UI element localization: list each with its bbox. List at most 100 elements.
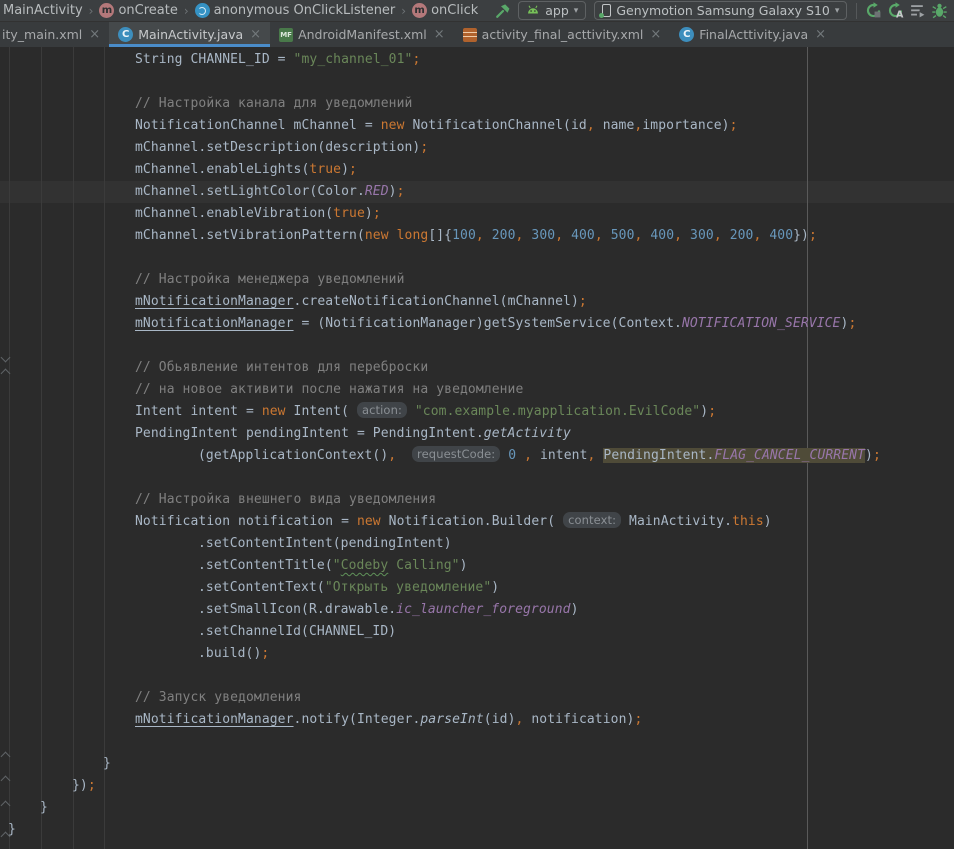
run-configuration-selector[interactable]: app ▾ [518,1,586,20]
code-token: []{ [428,228,452,243]
breadcrumb-item-onclick[interactable]: monClick [412,3,478,18]
code-token: "my_channel_01" [294,52,413,67]
breadcrumb: MainActivity›monCreate›anonymous OnClick… [3,3,478,18]
code-line[interactable]: .setChannelId(CHANNEL_ID) [198,621,396,643]
code-token: = (NotificationManager)getSystemService(… [294,316,682,331]
code-token: , [674,228,682,243]
code-line[interactable]: .setContentTitle("Codeby Calling") [198,555,468,577]
code-line[interactable]: }); [72,775,96,797]
code-token: .setContentIntent(pendingIntent) [198,536,452,551]
tab-label: FinalActtivity.java [699,27,808,42]
code-line[interactable]: } [40,797,48,819]
list-icon[interactable] [906,1,928,21]
svg-text:A: A [896,9,904,19]
code-line[interactable]: mChannel.setVibrationPattern(new long[]{… [135,225,817,247]
device-selector[interactable]: Genymotion Samsung Galaxy S10 ▾ [594,1,847,20]
close-tab-icon[interactable]: × [89,27,100,42]
code-token: Calling" [388,558,459,573]
code-line[interactable]: // Настройка менеджера уведомлений [135,269,405,291]
code-token: } [40,800,48,815]
device-selector-label: Genymotion Samsung Galaxy S10 [616,3,830,18]
parameter-hint-inlay: context: [563,512,621,528]
close-tab-icon[interactable]: × [250,27,261,42]
debug-icon[interactable] [928,1,950,21]
code-token: } [8,822,16,837]
tab-ity-main-xml[interactable]: ity_main.xml × [0,22,109,47]
code-token: String CHANNEL_ID = [135,52,294,67]
code-token: ; [579,294,587,309]
code-token: FLAG_CANCEL_CURRENT [714,448,865,463]
close-tab-icon[interactable]: × [815,27,826,42]
code-token: ; [349,162,357,177]
code-editor[interactable]: String CHANNEL_ID = "my_channel_01"; // Н… [0,47,954,849]
code-token: 200 [492,228,516,243]
build-hammer-icon[interactable] [492,1,514,21]
java-class-icon: C [118,27,133,42]
code-token: // на новое активити после нажатия на ув… [135,382,523,397]
tab-label: MainActivity.java [138,27,243,42]
close-tab-icon[interactable]: × [650,27,661,42]
code-line[interactable]: // на новое активити после нажатия на ув… [135,379,523,401]
breadcrumb-item-oncreate[interactable]: monCreate [99,3,177,18]
code-line[interactable]: mNotificationManager = (NotificationMana… [135,313,856,335]
code-line[interactable]: mChannel.setLightColor(Color.RED); [135,181,405,203]
breadcrumb-item-anonymous-onclicklistener[interactable]: anonymous OnClickListener [195,3,396,18]
code-line[interactable]: // Обьявление интентов для переброски [135,357,428,379]
code-token: , [587,118,595,133]
code-token: this [732,514,764,529]
code-line[interactable]: PendingIntent pendingIntent = PendingInt… [135,423,571,445]
code-line[interactable]: mNotificationManager.notify(Integer.pars… [135,709,642,731]
code-line[interactable]: .setContentText("Открыть уведомление") [198,577,499,599]
profiler-icon[interactable] [950,1,954,21]
code-token: mChannel.enableVibration( [135,206,333,221]
code-line[interactable]: .build(); [198,643,269,665]
code-line[interactable]: NotificationChannel mChannel = new Notif… [135,115,738,137]
code-line[interactable]: // Настройка канала для уведомлений [135,93,412,115]
tab-finalacttivity-java[interactable]: CFinalActtivity.java× [670,22,835,47]
tab-label: ity_main.xml [2,27,82,42]
code-token: 300 [531,228,555,243]
run-configuration-label: app [545,3,569,18]
apply-changes-icon[interactable] [862,1,884,21]
code-line[interactable]: Intent intent = new Intent( action: "com… [135,401,716,423]
code-token: .createNotificationChannel(mChannel) [294,294,579,309]
code-line[interactable]: mChannel.enableVibration(true); [135,203,381,225]
code-token: Notification notification = [135,514,357,529]
breadcrumb-item-mainactivity[interactable]: MainActivity [3,3,83,18]
code-token: (getApplicationContext() [198,448,388,463]
code-line[interactable]: .setContentIntent(pendingIntent) [198,533,452,555]
tab-mainactivity-java[interactable]: C MainActivity.java × [109,22,270,47]
code-token: ) [700,404,708,419]
code-token [722,228,730,243]
code-token: PendingIntent. [603,448,714,463]
apply-code-changes-icon[interactable]: A [884,1,906,21]
device-phone-icon [602,4,611,17]
code-line[interactable]: .setSmallIcon(R.drawable.ic_launcher_for… [198,599,579,621]
code-line[interactable]: (getApplicationContext(), requestCode: 0… [198,445,881,467]
code-token: // Настройка внешнего вида уведомления [135,492,436,507]
code-line[interactable]: // Настройка внешнего вида уведомления [135,489,436,511]
toolbar-action-group: A [851,1,954,21]
tab-activity-final-acttivity-xml[interactable]: activity_final_acttivity.xml × [454,22,671,47]
code-token: PendingIntent pendingIntent = PendingInt… [135,426,484,441]
code-line[interactable]: Notification notification = new Notifica… [135,511,772,533]
code-line[interactable]: } [8,819,16,841]
code-line[interactable]: String CHANNEL_ID = "my_channel_01"; [135,49,420,71]
code-token: }) [793,228,809,243]
code-token: NotificationChannel(id [405,118,587,133]
tab-label: activity_final_acttivity.xml [482,27,644,42]
code-token: 400 [571,228,595,243]
code-line[interactable]: mChannel.setDescription(description); [135,137,428,159]
code-token: ; [88,778,96,793]
code-token: .setChannelId(CHANNEL_ID) [198,624,396,639]
code-line[interactable]: // Запуск уведомления [135,687,301,709]
close-tab-icon[interactable]: × [434,27,445,42]
anonymous-class-icon [195,3,210,18]
code-line[interactable]: mChannel.enableLights(true); [135,159,357,181]
code-line[interactable]: } [103,753,111,775]
editor-tab-bar: ity_main.xml×CMainActivity.java×MFAndroi… [0,22,954,47]
code-line[interactable]: mNotificationManager.createNotificationC… [135,291,587,313]
code-token: }) [72,778,88,793]
tab-androidmanifest-xml[interactable]: MFAndroidManifest.xml× [270,22,454,47]
code-token: mNotificationManager [135,712,294,727]
